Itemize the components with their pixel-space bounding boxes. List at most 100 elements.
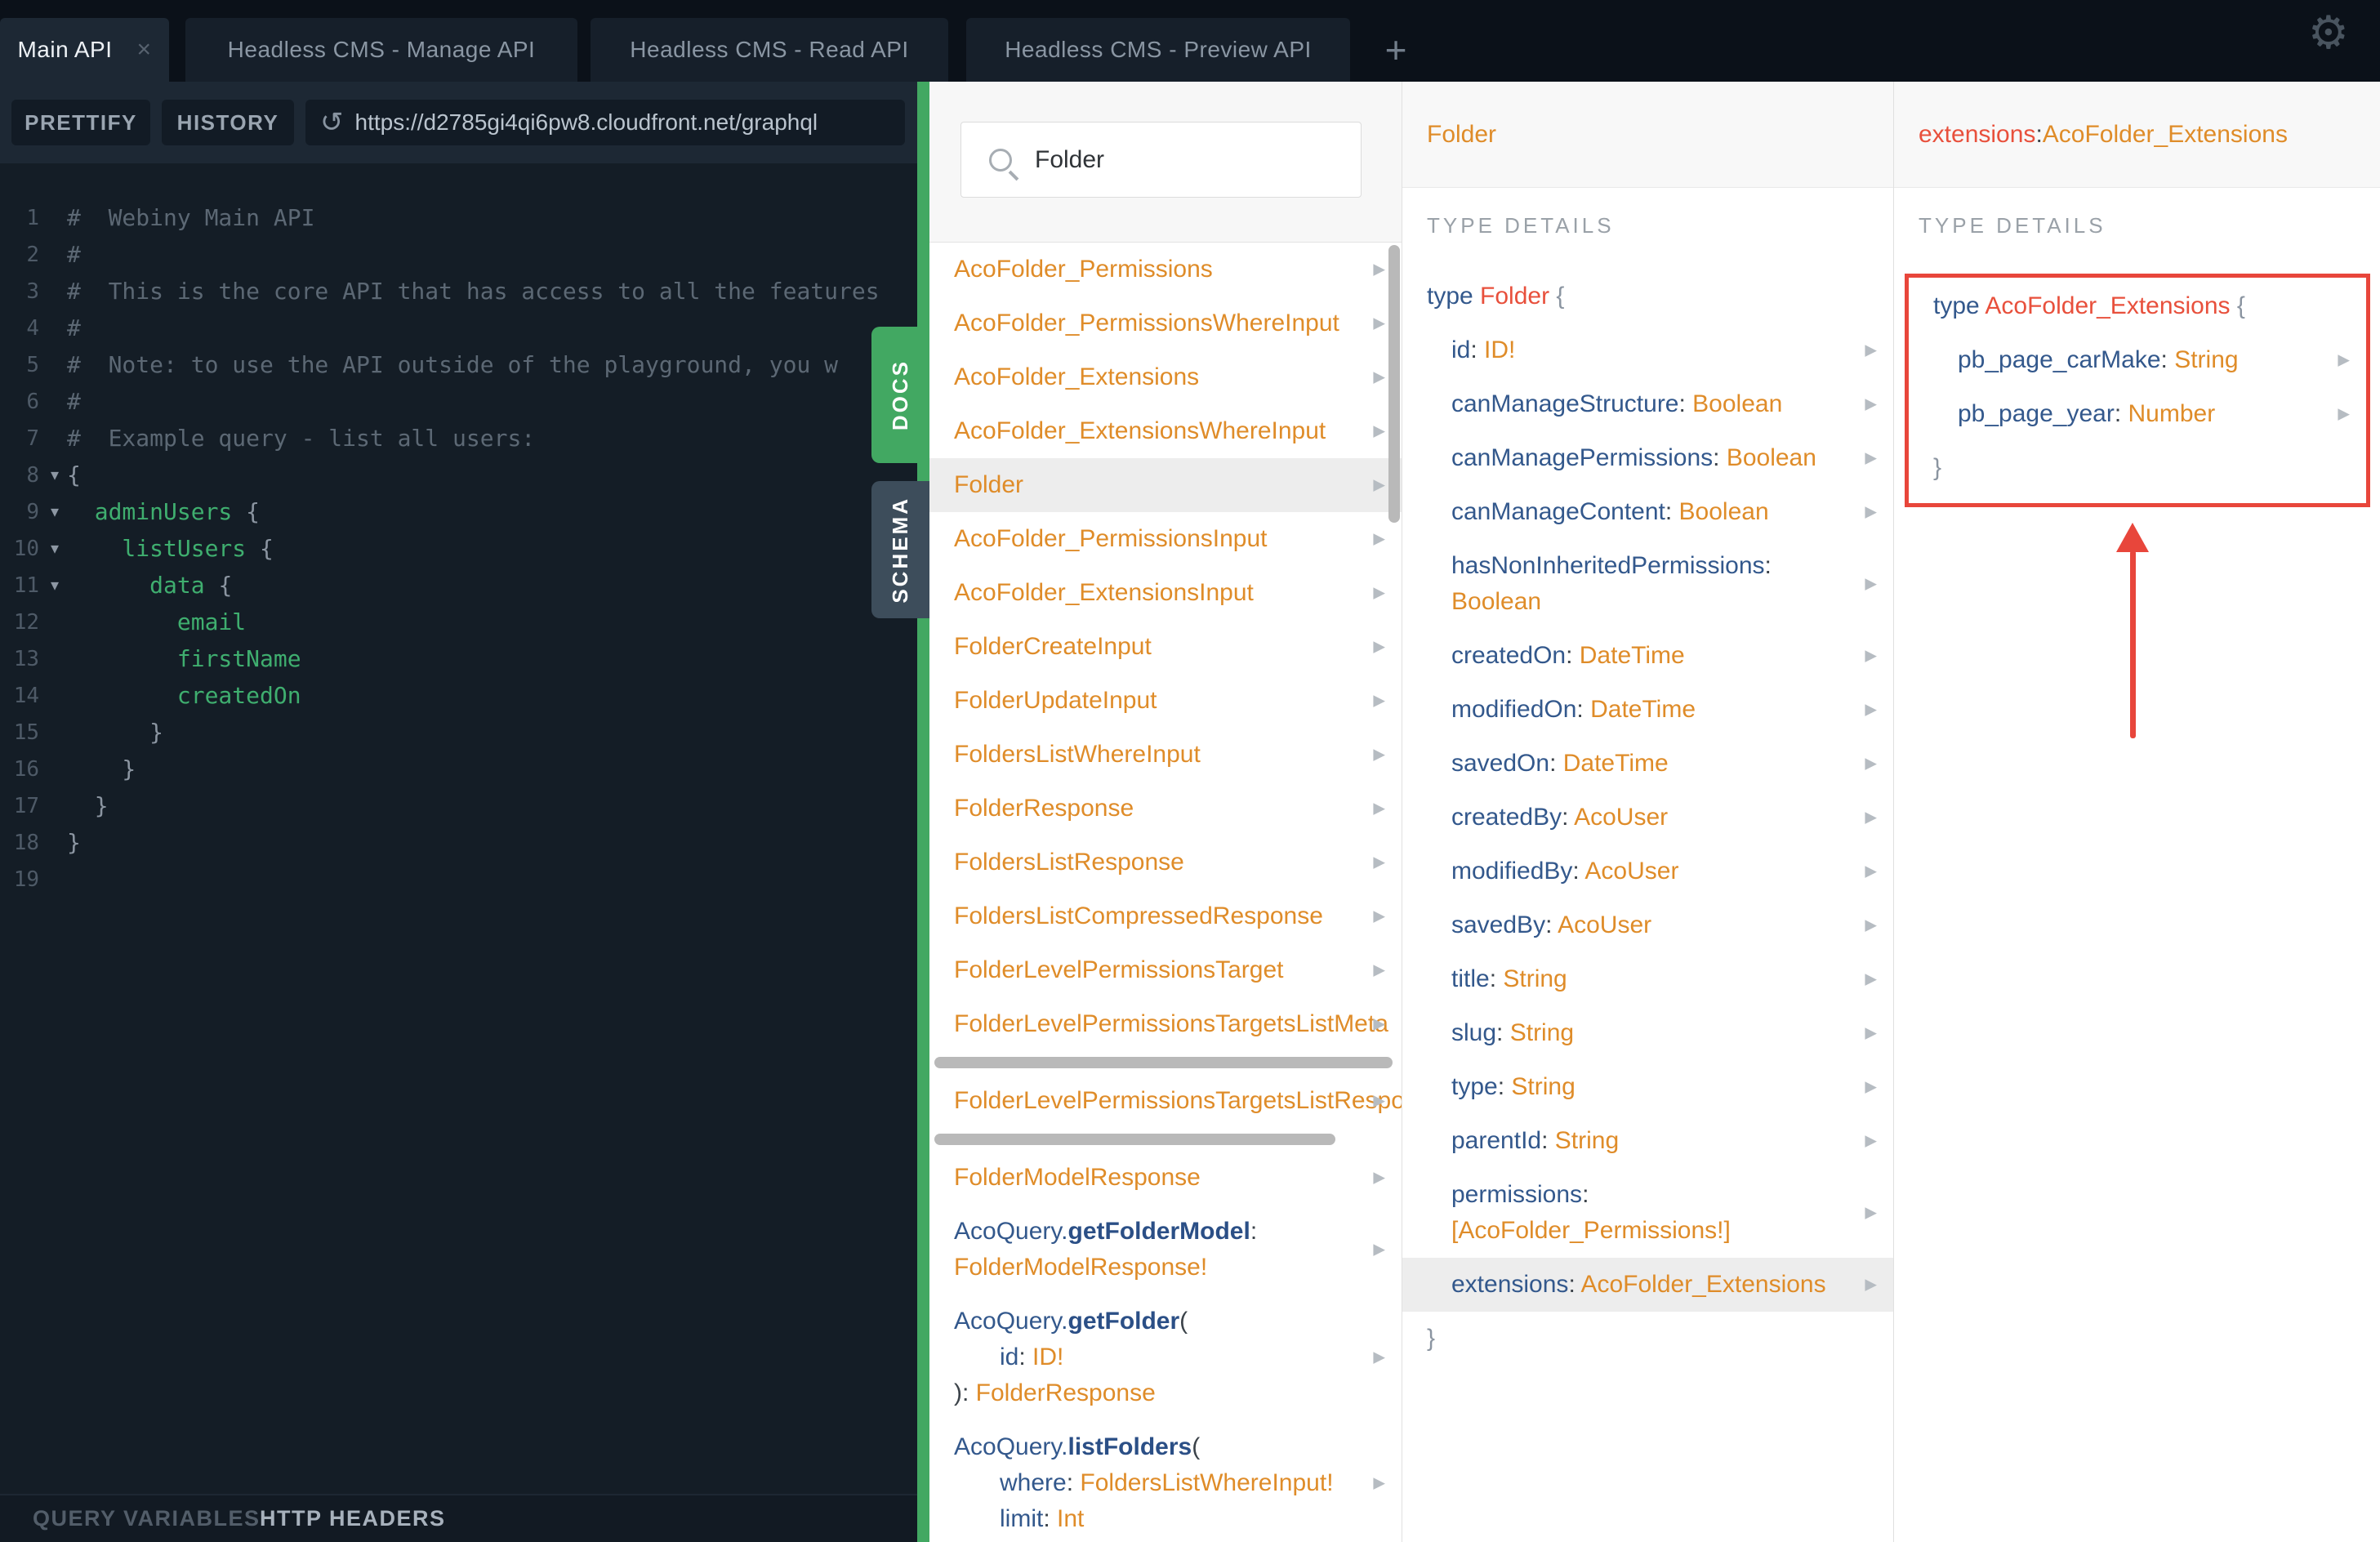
code-line[interactable]: 13 firstName [0,640,917,677]
code-line[interactable]: 12 email [0,604,917,640]
type-list-item[interactable]: AcoFolder_PermissionsWhereInput ▶ [929,296,1402,350]
reload-icon[interactable]: ↺ [320,109,344,136]
horizontal-scrollbar-thumb[interactable] [934,1134,1336,1145]
field-row[interactable]: extensions: AcoFolder_Extensions ▶ [1402,1258,1893,1312]
type-list-item[interactable]: AcoFolder_Extensions ▶ [929,350,1402,404]
query-list-item[interactable]: AcoQuery.getFolder(id: ID!): FolderRespo… [929,1295,1402,1420]
code-line[interactable]: 2 # [0,236,917,273]
code-line[interactable]: 4 # [0,310,917,346]
field-row[interactable]: type: String ▶ [1402,1060,1893,1114]
field-row[interactable]: pb_page_year: Number ▶ [1909,387,2366,441]
text-segment: type [1451,1073,1498,1100]
type-list-item[interactable]: AcoFolder_Permissions ▶ [929,243,1402,296]
field-row[interactable]: pb_page_carMake: String ▶ [1909,333,2366,387]
field-row[interactable]: } [1402,1312,1893,1366]
api-tab[interactable]: Headless CMS - Preview API [966,18,1350,82]
type-list-item[interactable]: FoldersListResponse ▶ [929,836,1402,889]
prettify-button[interactable]: PRETTIFY [11,100,150,145]
schema-side-tab[interactable]: SCHEMA [871,481,929,618]
type-list-item[interactable]: FoldersListWhereInput ▶ [929,728,1402,782]
docs-side-tab[interactable]: DOCS [871,327,929,463]
code-line[interactable]: 11 ▾ data { [0,567,917,604]
code-line[interactable]: 15 } [0,714,917,751]
field-row[interactable]: type AcoFolder_Extensions { [1909,279,2366,333]
field-row[interactable]: title: String ▶ [1402,952,1893,1006]
field-row[interactable]: modifiedBy: AcoUser ▶ [1402,845,1893,898]
field-row[interactable]: createdOn: DateTime ▶ [1402,629,1893,683]
field-line: parentId: String [1427,1123,1847,1159]
horizontal-scrollbar[interactable] [929,1051,1402,1074]
type-list-item[interactable]: FolderUpdateInput ▶ [929,674,1402,728]
settings-gear-icon[interactable]: ⚙ [2308,10,2349,56]
type-name: AcoFolder_ExtensionsInput [954,579,1254,606]
text-segment: getFolder [1067,1308,1180,1335]
field-row[interactable]: } [1909,441,2366,495]
code-line[interactable]: 18} [0,824,917,861]
api-tab[interactable]: Headless CMS - Read API [591,18,948,82]
http-headers-tab[interactable]: HTTP HEADERS [260,1495,446,1542]
fold-arrow-icon[interactable]: ▾ [42,465,67,485]
close-tab-icon[interactable]: × [137,36,152,64]
code-line[interactable]: 8 ▾{ [0,457,917,493]
docs-pane-divider[interactable] [917,82,929,1542]
type-list-item[interactable]: Folder ▶ [929,458,1402,512]
query-list-item[interactable]: AcoQuery.getFolderModel: FolderModelRespo… [929,1205,1402,1295]
field-row[interactable]: canManageStructure: Boolean ▶ [1402,377,1893,431]
field-row[interactable]: permissions: [AcoFolder_Permissions!] ▶ [1402,1168,1893,1258]
fold-arrow-icon[interactable]: ▾ [42,575,67,595]
text-segment: : [1066,1469,1081,1496]
field-row[interactable]: slug: String ▶ [1402,1006,1893,1060]
horizontal-scrollbar-thumb[interactable] [934,1057,1393,1068]
field-row[interactable]: parentId: String ▶ [1402,1114,1893,1168]
text-segment: FoldersListWhereInput! [1080,1469,1334,1496]
code-line[interactable]: 1 # Webiny Main API [0,199,917,236]
field-row[interactable]: modifiedOn: DateTime ▶ [1402,683,1893,737]
code-line[interactable]: 3 # This is the core API that has access … [0,273,917,310]
type-list-item[interactable]: AcoFolder_ExtensionsInput ▶ [929,566,1402,620]
field-row[interactable]: canManagePermissions: Boolean ▶ [1402,431,1893,485]
docs-search-box[interactable] [960,122,1362,198]
type-list-item[interactable]: FoldersListCompressedResponse ▶ [929,889,1402,943]
code-line[interactable]: 16 } [0,751,917,787]
code-line[interactable]: 7 # Example query - list all users: [0,420,917,457]
horizontal-scrollbar[interactable] [929,1128,1402,1151]
query-variables-tab[interactable]: QUERY VARIABLES [33,1495,261,1542]
type-list-item[interactable]: FolderLevelPermissionsTargetsListMeta ▶ [929,997,1402,1051]
field-row[interactable]: createdBy: AcoUser ▶ [1402,791,1893,845]
fold-arrow-icon[interactable]: ▾ [42,501,67,522]
type-list-item[interactable]: FolderLevelPermissionsTargetsListRespons… [929,1074,1402,1128]
type-list-item[interactable]: FolderModelResponse ▶ [929,1151,1402,1205]
type-list-item[interactable]: AcoFolder_PermissionsInput ▶ [929,512,1402,566]
query-list-item[interactable]: AcoQuery.listFolders(where: FoldersListW… [929,1420,1402,1542]
query-editor[interactable]: 1 # Webiny Main API 2 #3 # This is the core … [0,163,917,1494]
type-list-item[interactable]: AcoFolder_ExtensionsWhereInput ▶ [929,404,1402,458]
history-button[interactable]: HISTORY [162,100,294,145]
field-row[interactable]: savedBy: AcoUser ▶ [1402,898,1893,952]
search-input[interactable] [1035,145,1329,174]
code-line[interactable]: 17 } [0,787,917,824]
code-line[interactable]: 6 # [0,383,917,420]
text-segment: modifiedOn [1451,696,1577,723]
code-line[interactable]: 19 [0,861,917,898]
text-segment: savedOn [1451,750,1550,777]
field-line: createdBy: AcoUser [1427,800,1847,836]
docs-list-vertical-scrollbar[interactable] [1388,245,1400,523]
type-list-item[interactable]: FolderResponse ▶ [929,782,1402,836]
add-tab-button[interactable]: + [1371,18,1420,82]
code-line[interactable]: 9 ▾ adminUsers { [0,493,917,530]
api-tab[interactable]: Headless CMS - Manage API [185,18,577,82]
type-list-item[interactable]: FolderCreateInput ▶ [929,620,1402,674]
code-line[interactable]: 10 ▾ listUsers { [0,530,917,567]
code-line[interactable]: 5 # Note: to use the API outside of the p… [0,346,917,383]
field-row[interactable]: type Folder { [1402,270,1893,323]
code-line[interactable]: 14 createdOn [0,677,917,714]
field-row[interactable]: id: ID! ▶ [1402,323,1893,377]
type-list-item[interactable]: FolderLevelPermissionsTarget ▶ [929,943,1402,997]
api-tab[interactable]: Main API × [0,18,169,82]
endpoint-url-bar[interactable]: ↺ https://d2785gi4qi6pw8.cloudfront.net/… [305,100,905,145]
field-row[interactable]: canManageContent: Boolean ▶ [1402,485,1893,539]
fold-arrow-icon[interactable]: ▾ [42,538,67,559]
field-row[interactable]: hasNonInheritedPermissions: Boolean ▶ [1402,539,1893,629]
field-row[interactable]: savedOn: DateTime ▶ [1402,737,1893,791]
line-number: 15 [13,720,39,745]
